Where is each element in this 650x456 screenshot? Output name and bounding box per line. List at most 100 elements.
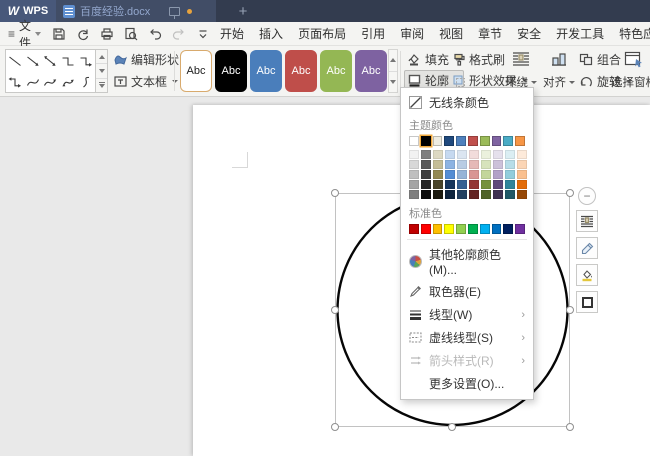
- shape-style-2[interactable]: Abc: [215, 50, 247, 92]
- shape-style-5[interactable]: Abc: [320, 50, 352, 92]
- menu-item-其他轮廓颜色-M-[interactable]: 其他轮廓颜色(M)...: [401, 243, 533, 280]
- color-swatch[interactable]: [409, 136, 419, 146]
- color-swatch[interactable]: [515, 136, 525, 146]
- ribbon-tab-审阅[interactable]: 审阅: [400, 25, 424, 42]
- color-tint-swatch[interactable]: [481, 160, 491, 169]
- shape-curve-connector[interactable]: [24, 71, 42, 92]
- color-tint-swatch[interactable]: [457, 170, 467, 179]
- ribbon-tab-视图[interactable]: 视图: [439, 25, 463, 42]
- message-flag-icon[interactable]: [169, 7, 180, 16]
- ribbon-tab-开发工具[interactable]: 开发工具: [556, 25, 604, 42]
- ribbon-tab-章节[interactable]: 章节: [478, 25, 502, 42]
- color-tint-swatch[interactable]: [409, 190, 419, 199]
- ribbon-tab-安全[interactable]: 安全: [517, 25, 541, 42]
- color-tint-swatch[interactable]: [445, 190, 455, 199]
- color-tint-swatch[interactable]: [409, 180, 419, 189]
- color-tint-swatch[interactable]: [469, 150, 479, 159]
- color-swatch[interactable]: [456, 224, 466, 234]
- color-tint-swatch[interactable]: [493, 160, 503, 169]
- color-tint-swatch[interactable]: [445, 170, 455, 179]
- color-tint-swatch[interactable]: [409, 170, 419, 179]
- shape-elbow-arrow[interactable]: [77, 50, 95, 71]
- color-tint-swatch[interactable]: [445, 150, 455, 159]
- color-tint-swatch[interactable]: [445, 160, 455, 169]
- menu-item-线型-W-[interactable]: 线型(W)›: [401, 303, 533, 326]
- shape-style-4[interactable]: Abc: [285, 50, 317, 92]
- resize-handle-bottom-left[interactable]: [331, 423, 339, 431]
- shape-style-3[interactable]: Abc: [250, 50, 282, 92]
- menu-item-虚线线型-S-[interactable]: 虚线线型(S)›: [401, 326, 533, 349]
- color-swatch[interactable]: [468, 224, 478, 234]
- color-tint-swatch[interactable]: [409, 160, 419, 169]
- color-swatch[interactable]: [433, 224, 443, 234]
- color-tint-swatch[interactable]: [457, 150, 467, 159]
- color-tint-swatch[interactable]: [421, 150, 431, 159]
- no-line-color-item[interactable]: 无线条颜色: [401, 91, 533, 114]
- color-tint-swatch[interactable]: [517, 180, 527, 189]
- color-tint-swatch[interactable]: [493, 180, 503, 189]
- color-tint-swatch[interactable]: [469, 180, 479, 189]
- color-swatch[interactable]: [515, 224, 525, 234]
- resize-handle-mid-right[interactable]: [566, 306, 574, 314]
- color-swatch[interactable]: [480, 136, 490, 146]
- outline-quick-button[interactable]: [576, 237, 598, 259]
- color-tint-swatch[interactable]: [433, 160, 443, 169]
- color-tint-swatch[interactable]: [481, 190, 491, 199]
- selection-pane-button[interactable]: 选择窗格: [611, 48, 650, 94]
- color-tint-swatch[interactable]: [481, 150, 491, 159]
- ribbon-tab-插入[interactable]: 插入: [259, 25, 283, 42]
- color-tint-swatch[interactable]: [457, 160, 467, 169]
- color-tint-swatch[interactable]: [517, 190, 527, 199]
- color-tint-swatch[interactable]: [421, 190, 431, 199]
- gallery-scroll-down-icon[interactable]: [96, 64, 107, 78]
- ribbon-tab-页面布局[interactable]: 页面布局: [298, 25, 346, 42]
- color-swatch[interactable]: [503, 224, 513, 234]
- color-tint-swatch[interactable]: [433, 150, 443, 159]
- color-tint-swatch[interactable]: [433, 170, 443, 179]
- export-icon[interactable]: [75, 26, 90, 41]
- color-tint-swatch[interactable]: [481, 180, 491, 189]
- save-icon[interactable]: [51, 26, 66, 41]
- shape-curve-arrow[interactable]: [42, 71, 60, 92]
- gallery-scroll-up-icon[interactable]: [96, 50, 107, 64]
- color-swatch[interactable]: [468, 136, 478, 146]
- color-swatch[interactable]: [480, 224, 490, 234]
- color-tint-swatch[interactable]: [505, 160, 515, 169]
- shape-style-1[interactable]: Abc: [180, 50, 212, 92]
- customize-toolbar-icon[interactable]: [195, 26, 210, 41]
- resize-handle-top-right[interactable]: [566, 189, 574, 197]
- text-box-button[interactable]: 文本框: [111, 71, 181, 91]
- color-tint-swatch[interactable]: [505, 180, 515, 189]
- document-tab[interactable]: 百度经验.docx: [56, 0, 216, 22]
- shape-arrow-diagonal[interactable]: [24, 50, 42, 71]
- ribbon-tab-引用[interactable]: 引用: [361, 25, 385, 42]
- new-tab-button[interactable]: +: [228, 0, 258, 22]
- collapse-minus-icon[interactable]: −: [578, 187, 596, 205]
- resize-handle-mid-left[interactable]: [331, 306, 339, 314]
- color-swatch[interactable]: [492, 224, 502, 234]
- color-swatch[interactable]: [444, 136, 454, 146]
- color-tint-swatch[interactable]: [469, 170, 479, 179]
- color-tint-swatch[interactable]: [409, 150, 419, 159]
- shape-elbow-connector[interactable]: [59, 50, 77, 71]
- color-tint-swatch[interactable]: [433, 190, 443, 199]
- color-tint-swatch[interactable]: [493, 190, 503, 199]
- menu-item-更多设置-O-[interactable]: 更多设置(O)...: [401, 372, 533, 395]
- color-tint-swatch[interactable]: [433, 180, 443, 189]
- color-tint-swatch[interactable]: [481, 170, 491, 179]
- color-tint-swatch[interactable]: [421, 170, 431, 179]
- print-icon[interactable]: [99, 26, 114, 41]
- color-tint-swatch[interactable]: [505, 170, 515, 179]
- color-tint-swatch[interactable]: [421, 160, 431, 169]
- color-tint-swatch[interactable]: [517, 150, 527, 159]
- shape-style-6[interactable]: Abc: [355, 50, 387, 92]
- color-tint-swatch[interactable]: [469, 190, 479, 199]
- ribbon-tab-开始[interactable]: 开始: [220, 25, 244, 42]
- color-tint-swatch[interactable]: [469, 160, 479, 169]
- color-swatch[interactable]: [409, 224, 419, 234]
- resize-handle-bottom-right[interactable]: [566, 423, 574, 431]
- color-tint-swatch[interactable]: [517, 160, 527, 169]
- shape-double-arrow-diagonal[interactable]: [42, 50, 60, 71]
- color-tint-swatch[interactable]: [493, 170, 503, 179]
- resize-handle-bottom-center[interactable]: [448, 423, 456, 431]
